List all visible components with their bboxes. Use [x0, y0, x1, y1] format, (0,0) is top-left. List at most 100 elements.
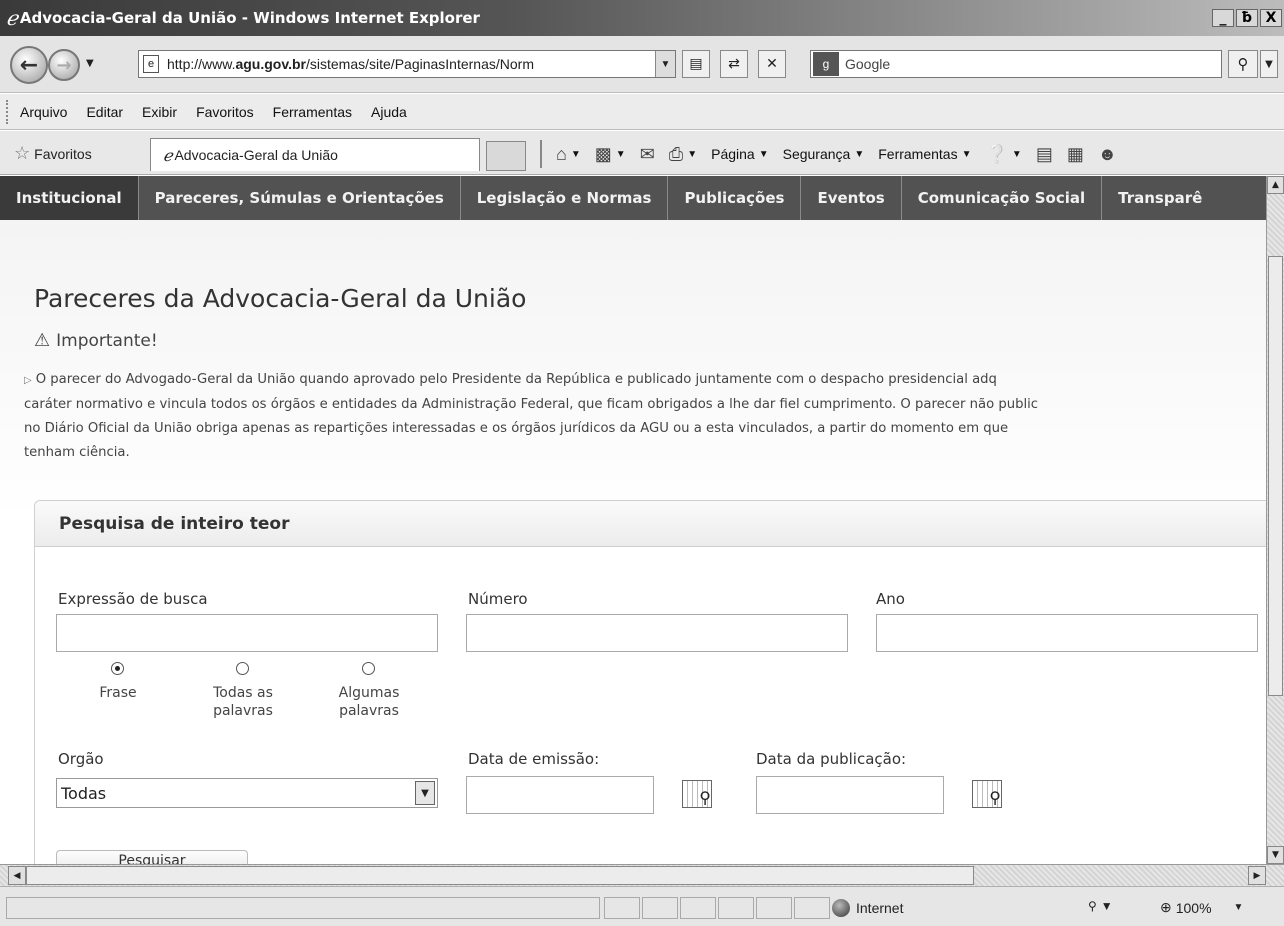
ie-logo-icon: ℯ — [6, 6, 18, 30]
recent-pages-dropdown[interactable]: ▼ — [86, 58, 94, 69]
scroll-down-icon[interactable]: ▼ — [1267, 846, 1284, 864]
status-cell — [794, 897, 830, 919]
address-dropdown-icon[interactable]: ▼ — [655, 51, 675, 77]
scroll-right-icon[interactable]: ▶ — [1248, 866, 1266, 885]
nav-comunicacao[interactable]: Comunicação Social — [902, 176, 1103, 220]
refresh-icon[interactable]: ⇄ — [720, 50, 748, 78]
window-controls: _ ƀ X — [1212, 9, 1282, 27]
radio-algumas-label-line: palavras — [339, 703, 399, 719]
mail-button[interactable]: ✉ — [640, 144, 655, 165]
numero-label: Número — [468, 590, 528, 608]
menu-editar[interactable]: Editar — [86, 104, 123, 120]
home-button[interactable]: ⌂ ▼ — [556, 144, 581, 165]
calendar-icon[interactable]: ⚲ — [972, 780, 1002, 808]
menu-ajuda[interactable]: Ajuda — [371, 104, 407, 120]
radio-todas-palavras[interactable] — [236, 662, 249, 675]
google-icon: g — [813, 52, 839, 76]
feeds-button[interactable]: ▩ ▼ — [595, 144, 626, 165]
menu-arquivo[interactable]: Arquivo — [20, 104, 67, 120]
radio-algumas-palavras[interactable] — [362, 662, 375, 675]
warning-icon: ⚠ — [34, 330, 51, 351]
ano-label: Ano — [876, 590, 905, 608]
toolbar-grip[interactable] — [6, 100, 9, 124]
blog-button[interactable]: ▦ — [1067, 144, 1084, 165]
search-options-dropdown[interactable]: ▼ — [1260, 50, 1278, 78]
scroll-thumb[interactable] — [1268, 256, 1283, 696]
data-emissao-label: Data de emissão: — [468, 750, 600, 768]
print-icon: ⎙ — [668, 143, 684, 164]
print-button[interactable]: ⎙ ▼ — [669, 144, 697, 165]
zoom-button[interactable]: ⊕ 100% ▼ — [1160, 899, 1243, 916]
forward-button[interactable]: → — [48, 49, 80, 81]
chevron-down-icon: ▼ — [961, 148, 972, 160]
window-title-bar: ℯ Advocacia-Geral da União - Windows Int… — [0, 0, 1284, 36]
pagina-label: Página — [711, 146, 755, 162]
pesquisar-button[interactable]: Pesquisar — [56, 850, 248, 864]
nav-eventos[interactable]: Eventos — [801, 176, 902, 220]
home-icon: ⌂ — [556, 143, 567, 164]
zone-label: Internet — [856, 900, 904, 916]
notice-line: no Diário Oficial da União obriga apenas… — [24, 421, 1009, 436]
chevron-down-icon: ▼ — [854, 148, 865, 160]
back-button[interactable]: ← — [10, 46, 48, 84]
expressao-input[interactable] — [56, 614, 438, 652]
nav-legislacao[interactable]: Legislação e Normas — [461, 176, 669, 220]
favorites-label: Favoritos — [34, 145, 92, 162]
data-publicacao-input[interactable] — [756, 776, 944, 814]
address-input[interactable]: e http://www. agu.gov.br/sistemas/site/Pa… — [138, 50, 676, 78]
tab-title: Advocacia-Geral da União — [174, 147, 338, 163]
numero-input[interactable] — [466, 614, 848, 652]
radio-frase-label: Frase — [99, 685, 137, 701]
rss-icon: ▩ — [594, 143, 612, 164]
menu-ferramentas[interactable]: Ferramentas — [273, 104, 352, 120]
help-button[interactable]: ❔ ▼ — [986, 144, 1022, 165]
new-tab-button[interactable] — [486, 141, 526, 171]
nav-transparencia[interactable]: Transparê — [1102, 176, 1202, 220]
clipped-area: Pesquisar — [0, 850, 1266, 864]
research-icon: ▤ — [1035, 143, 1053, 164]
scroll-left-icon[interactable]: ◀ — [8, 866, 26, 885]
menu-exibir[interactable]: Exibir — [142, 104, 177, 120]
compatibility-view-icon[interactable]: ▤ — [682, 50, 710, 78]
pagina-menu[interactable]: Página ▼ — [711, 146, 769, 162]
ferramentas-menu[interactable]: Ferramentas ▼ — [878, 146, 971, 162]
expressao-label: Expressão de busca — [58, 590, 208, 608]
nav-pareceres[interactable]: Pareceres, Súmulas e Orientações — [139, 176, 461, 220]
restore-button[interactable]: ƀ — [1236, 9, 1258, 27]
close-window-button[interactable]: X — [1260, 9, 1282, 27]
vertical-scrollbar[interactable]: ▲ ▼ — [1266, 176, 1284, 864]
command-bar: ⌂ ▼ ▩ ▼ ✉ ⎙ ▼ Página ▼ Segurança ▼ Ferramenta… — [540, 139, 1125, 169]
radio-frase[interactable] — [111, 662, 124, 675]
help-icon: ❔ — [985, 143, 1008, 164]
notice-line: caráter normativo e vincula todos os órg… — [24, 397, 1039, 412]
page-content: Pareceres da Advocacia-Geral da União ⚠ … — [0, 220, 1266, 864]
search-icon[interactable]: ⚲ — [1228, 50, 1258, 78]
search-input[interactable]: g Google — [810, 50, 1222, 78]
stop-icon[interactable]: ✕ — [758, 50, 786, 78]
menu-favoritos[interactable]: Favoritos — [196, 104, 254, 120]
security-zone[interactable]: Internet — [832, 897, 903, 919]
orgao-select[interactable]: Todas ▼ — [56, 778, 438, 808]
scroll-up-icon[interactable]: ▲ — [1267, 176, 1284, 194]
chevron-down-icon[interactable]: ▼ — [415, 781, 435, 805]
status-cell — [680, 897, 716, 919]
zoom-icon: ⊕ — [1160, 899, 1172, 915]
lock-icon: ⚲ — [1088, 899, 1097, 913]
search-panel-title: Pesquisa de inteiro teor — [59, 514, 290, 534]
favorites-button[interactable]: ☆ Favoritos — [14, 143, 92, 164]
data-emissao-input[interactable] — [466, 776, 654, 814]
menu-bar: Arquivo Editar Exibir Favoritos Ferramen… — [0, 94, 1284, 130]
research-button[interactable]: ▤ — [1036, 144, 1053, 165]
minimize-button[interactable]: _ — [1212, 9, 1234, 27]
window-title: Advocacia-Geral da União - Windows Inter… — [19, 9, 480, 27]
calendar-icon[interactable]: ⚲ — [682, 780, 712, 808]
scroll-thumb[interactable] — [26, 866, 974, 885]
messenger-button[interactable]: ☻ — [1098, 144, 1117, 165]
horizontal-scrollbar[interactable]: ◀ ▶ — [0, 864, 1284, 886]
tab-advocacia[interactable]: ℯ Advocacia-Geral da União — [150, 138, 480, 171]
ano-input[interactable] — [876, 614, 1258, 652]
protected-mode-button[interactable]: ⚲ ▼ — [1088, 899, 1113, 913]
nav-institucional[interactable]: Institucional — [0, 176, 139, 220]
seguranca-menu[interactable]: Segurança ▼ — [783, 146, 865, 162]
nav-publicacoes[interactable]: Publicações — [668, 176, 802, 220]
